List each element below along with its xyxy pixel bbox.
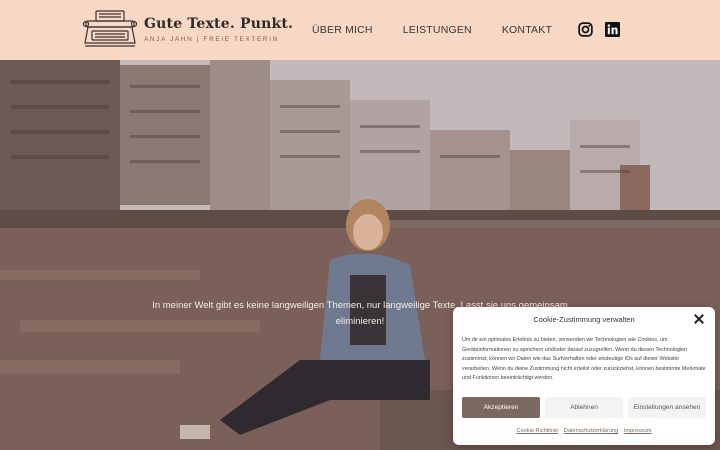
linkedin-icon — [605, 22, 620, 37]
logo-subtitle: ANJA JAHN | FREIE TEXTERIN — [144, 35, 279, 43]
privacy-policy-link[interactable]: Datenschutzerklärung — [564, 428, 618, 434]
cookie-policy-link[interactable]: Cookie Richtlinie — [517, 428, 559, 434]
site-logo[interactable]: Gute Texte. Punkt. ANJA JAHN | FREIE TEX… — [82, 9, 293, 49]
accept-button[interactable]: Akzeptieren — [462, 397, 540, 418]
deny-button[interactable]: Ablehnen — [545, 397, 623, 418]
cookie-button-row: Akzeptieren Ablehnen Einstellungen anseh… — [462, 397, 706, 418]
instagram-link[interactable] — [578, 22, 593, 37]
instagram-icon — [578, 22, 593, 37]
cookie-dialog-title: Cookie-Zustimmung verwalten — [533, 315, 635, 324]
imprint-link[interactable]: Impressum — [624, 428, 652, 434]
view-settings-button[interactable]: Einstellungen ansehen — [628, 397, 706, 418]
nav-item-kontakt[interactable]: KONTAKT — [502, 24, 552, 36]
logo-title: Gute Texte. Punkt. — [144, 15, 294, 32]
main-nav: ÜBER MICH LEISTUNGEN KONTAKT — [312, 24, 582, 36]
nav-item-leistungen[interactable]: LEISTUNGEN — [403, 24, 472, 36]
close-icon[interactable] — [693, 313, 705, 325]
cookie-consent-dialog: Cookie-Zustimmung verwalten Um dir ein o… — [453, 307, 715, 445]
typewriter-logo-icon — [82, 10, 138, 47]
linkedin-link[interactable] — [605, 22, 620, 37]
social-links — [566, 22, 620, 37]
cookie-links: Cookie Richtlinie Datenschutzerklärung I… — [453, 428, 715, 434]
hero-tagline-line-2: eliminieren! — [335, 316, 385, 327]
nav-item-ueber-mich[interactable]: ÜBER MICH — [312, 24, 373, 36]
cookie-dialog-text: Um dir ein optimales Erlebnis zu bieten,… — [462, 337, 706, 382]
site-header: Gute Texte. Punkt. ANJA JAHN | FREIE TEX… — [0, 0, 720, 60]
